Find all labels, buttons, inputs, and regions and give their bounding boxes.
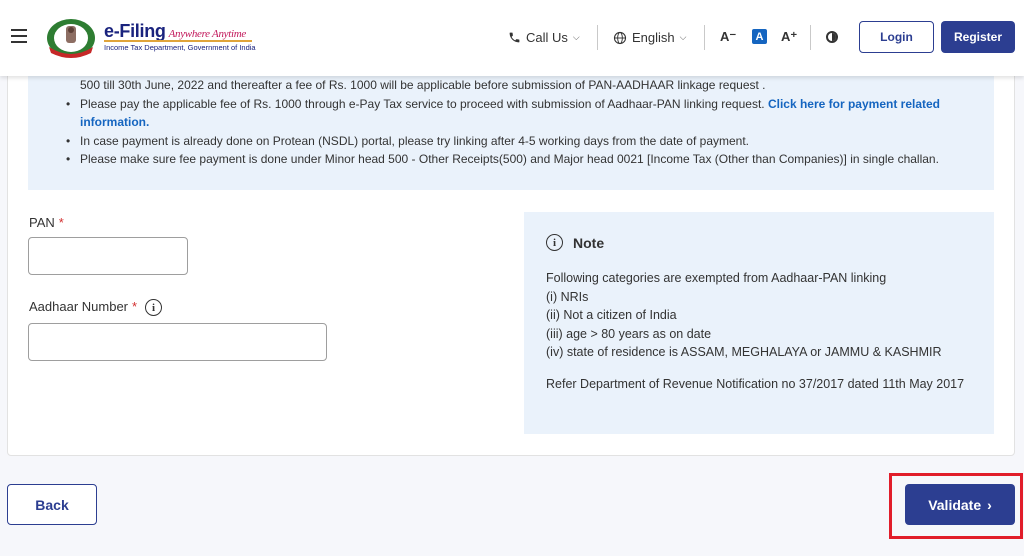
- font-decrease-button[interactable]: A⁻: [720, 29, 736, 45]
- font-default-button[interactable]: A: [752, 29, 767, 44]
- pan-input[interactable]: [28, 237, 188, 275]
- note-reference: Refer Department of Revenue Notification…: [546, 377, 965, 391]
- note-item: (i) NRIs: [546, 289, 589, 304]
- language-label: English: [632, 30, 675, 45]
- register-button[interactable]: Register: [941, 21, 1015, 53]
- note-box: i Note Following categories are exempted…: [524, 212, 994, 434]
- note-item: (iv) state of residence is ASSAM, MEGHAL…: [546, 345, 942, 359]
- required-asterisk: *: [132, 299, 138, 314]
- pan-label: PAN *: [29, 215, 64, 230]
- aadhaar-label: Aadhaar Number * i: [29, 299, 163, 317]
- info-icon: i: [546, 234, 563, 251]
- note-title: Note: [573, 234, 605, 251]
- call-us-dropdown[interactable]: Call Us ⌵: [508, 30, 580, 45]
- chevron-right-icon: ›: [987, 496, 992, 513]
- note-exemption-text: Following categories are exempted from A…: [546, 269, 976, 362]
- font-increase-button[interactable]: A⁺: [781, 29, 797, 45]
- globe-icon: [613, 31, 627, 44]
- validate-button[interactable]: Validate ›: [905, 484, 1015, 525]
- note-heading: i Note: [546, 234, 604, 251]
- call-us-label: Call Us: [526, 30, 568, 45]
- login-button[interactable]: Login: [859, 21, 934, 53]
- brand-underline: [104, 40, 252, 42]
- chevron-down-icon: ⌵: [679, 32, 687, 42]
- header-divider: [704, 25, 705, 50]
- aadhaar-pan-link-card: 500 till 30th June, 2022 and thereafter …: [7, 60, 1015, 456]
- fee-info-box: 500 till 30th June, 2022 and thereafter …: [28, 61, 994, 190]
- contrast-toggle-icon[interactable]: [826, 31, 838, 43]
- brand-title[interactable]: e-Filing Anywhere Anytime: [104, 21, 246, 42]
- phone-icon: [509, 32, 520, 43]
- back-button[interactable]: Back: [7, 484, 97, 525]
- aadhaar-number-input[interactable]: [28, 323, 327, 361]
- validate-label: Validate: [928, 496, 982, 513]
- top-header: e-Filing Anywhere Anytime Income Tax Depa…: [0, 0, 1024, 76]
- brand-tagline: Anywhere Anytime: [168, 28, 247, 40]
- info-line: Please make sure fee payment is done und…: [64, 150, 984, 169]
- language-dropdown[interactable]: English ⌵: [613, 30, 686, 45]
- income-tax-emblem-logo: [47, 19, 95, 58]
- chevron-down-icon: ⌵: [572, 32, 580, 42]
- header-divider: [810, 25, 811, 50]
- info-icon[interactable]: i: [145, 299, 163, 317]
- fee-info-list: 500 till 30th June, 2022 and thereafter …: [64, 76, 984, 169]
- header-divider: [597, 25, 598, 50]
- note-item: (iii) age > 80 years as on date: [546, 326, 712, 341]
- note-item: (ii) Not a citizen of India: [546, 308, 677, 322]
- brand-subtitle: Income Tax Department, Government of Ind…: [104, 43, 256, 52]
- note-intro: Following categories are exempted from A…: [546, 271, 887, 285]
- info-line: In case payment is already done on Prote…: [64, 132, 984, 151]
- info-line: 500 till 30th June, 2022 and thereafter …: [80, 78, 766, 92]
- info-line: Please pay the applicable fee of Rs. 100…: [64, 95, 984, 132]
- required-asterisk: *: [58, 215, 64, 230]
- hamburger-menu-icon[interactable]: [11, 29, 27, 43]
